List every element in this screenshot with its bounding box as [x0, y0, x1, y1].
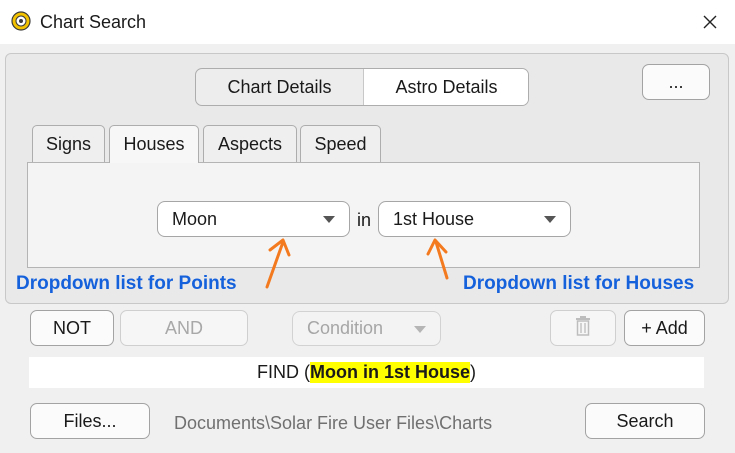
- trash-icon: [574, 315, 592, 341]
- arrow-icon: [426, 238, 449, 280]
- chevron-down-icon: [414, 326, 426, 333]
- search-button[interactable]: Search: [585, 403, 705, 439]
- tab-houses[interactable]: Houses: [109, 125, 199, 163]
- and-button[interactable]: AND: [120, 310, 248, 346]
- condition-dropdown[interactable]: Condition: [292, 311, 441, 346]
- condition-dropdown-value: Condition: [307, 318, 384, 338]
- files-button[interactable]: Files...: [30, 403, 150, 439]
- not-button[interactable]: NOT: [30, 310, 114, 346]
- arrow-icon: [265, 238, 291, 289]
- find-expression: FIND (Moon in 1st House): [29, 357, 704, 388]
- find-prefix: FIND (: [256, 362, 310, 382]
- houses-annotation: Dropdown list for Houses: [463, 273, 695, 294]
- find-highlight: Moon in 1st House: [309, 362, 470, 383]
- delete-button[interactable]: [550, 310, 616, 346]
- points-annotation: Dropdown list for Points: [16, 273, 237, 294]
- find-suffix: ): [470, 362, 476, 382]
- folder-path: Documents\Solar Fire User Files\Charts: [174, 413, 493, 433]
- add-button[interactable]: + Add: [624, 310, 705, 346]
